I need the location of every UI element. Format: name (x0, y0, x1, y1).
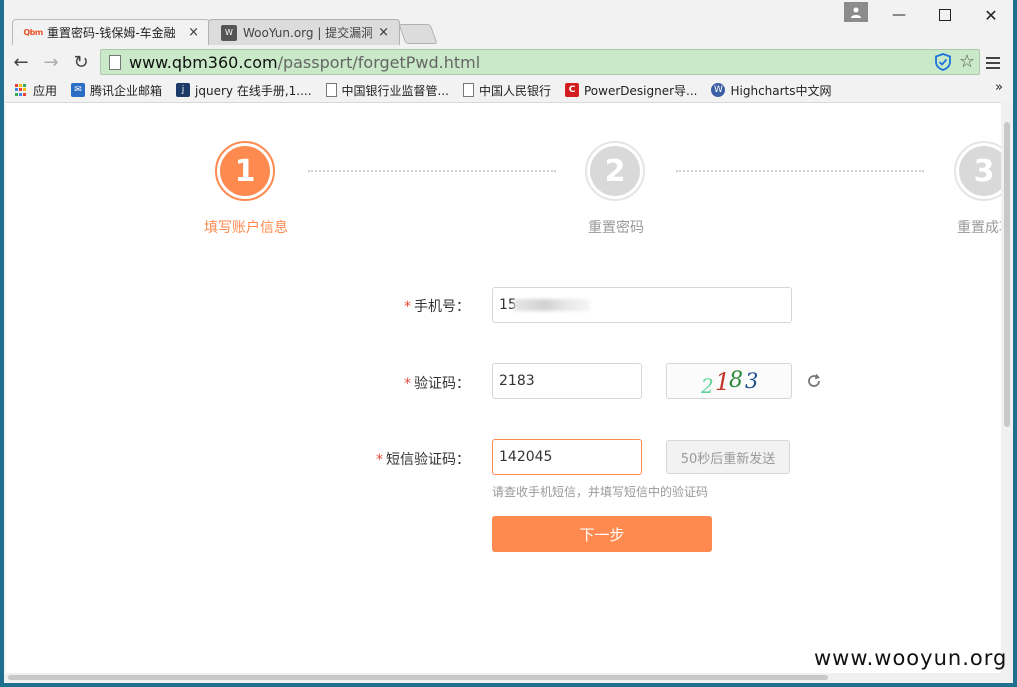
step-number: 3 (959, 146, 1001, 196)
captcha-char: 3 (745, 369, 759, 393)
bookmark-star-icon[interactable]: ☆ (959, 51, 975, 72)
bookmarks-bar: 应用 ✉ 腾讯企业邮箱 j jquery 在线手册,1.... 中国银行业监督管… (4, 78, 1013, 102)
apps-icon (14, 83, 28, 97)
resend-sms-button[interactable]: 50秒后重新发送 (666, 440, 790, 474)
refresh-captcha-icon[interactable] (806, 373, 822, 389)
bookmarks-more-icon[interactable]: » (995, 80, 1003, 95)
highcharts-icon: W (711, 83, 726, 97)
file-icon (462, 83, 474, 97)
tab-close-icon[interactable]: × (378, 25, 389, 40)
step-2-label: 重置密码 (588, 220, 644, 236)
step-connector (308, 170, 556, 172)
bookmark-jquery[interactable]: j jquery 在线手册,1.... (176, 82, 312, 99)
bookmark-powerdesigner[interactable]: C PowerDesigner导... (565, 82, 697, 99)
bookmark-tencent-mail[interactable]: ✉ 腾讯企业邮箱 (71, 82, 162, 99)
profile-icon[interactable] (844, 2, 868, 22)
required-mark: * (404, 376, 411, 392)
step-1-indicator: 1 (215, 141, 275, 201)
step-3-indicator: 3 (954, 141, 1001, 201)
page-icon (109, 54, 121, 70)
required-mark: * (404, 299, 411, 315)
shield-icon[interactable] (935, 53, 951, 71)
horizontal-scrollbar[interactable] (4, 673, 1013, 683)
jquery-icon: j (176, 83, 191, 97)
step-2-indicator: 2 (585, 141, 645, 201)
new-tab-button[interactable] (398, 24, 438, 44)
phone-label: * 手机号： (404, 299, 470, 315)
redacted-phone-digits (514, 299, 590, 311)
tab-forget-password[interactable]: Qbm 重置密码-钱保姆-车金融 × (12, 19, 210, 45)
powerdesigner-icon: C (565, 83, 579, 97)
browser-toolbar: ← → ↻ www.qbm360.com/passport/forgetPwd.… (4, 44, 1013, 78)
file-icon (325, 83, 337, 97)
vertical-scrollbar[interactable] (1001, 102, 1013, 673)
bookmark-label: Highcharts中文网 (730, 83, 832, 98)
bookmark-highcharts[interactable]: W Highcharts中文网 (711, 82, 832, 99)
required-mark: * (376, 452, 383, 468)
minimize-icon[interactable]: — (876, 0, 922, 30)
bookmark-label: 中国银行业监督管... (341, 83, 449, 98)
captcha-char: 8 (729, 368, 743, 393)
tab-close-icon[interactable]: × (188, 25, 199, 40)
sms-code-input[interactable] (492, 439, 642, 475)
captcha-label: * 验证码： (404, 376, 470, 392)
wooyun-favicon-icon: W (221, 24, 237, 41)
bookmark-apps[interactable]: 应用 (14, 82, 57, 99)
reload-icon[interactable]: ↻ (70, 51, 92, 73)
tab-strip: Qbm 重置密码-钱保姆-车金融 × W WooYun.org | 提交漏洞 ×… (4, 0, 1013, 45)
step-connector (676, 170, 924, 172)
tab-title: WooYun.org | 提交漏洞 (243, 26, 373, 40)
menu-icon[interactable] (986, 54, 1000, 72)
window-close-icon[interactable]: ✕ (968, 0, 1013, 30)
sms-hint: 请查收手机短信，并填写短信中的验证码 (492, 485, 709, 499)
forward-arrow-icon[interactable]: → (40, 51, 62, 73)
mail-icon: ✉ (71, 83, 86, 97)
browser-window: Qbm 重置密码-钱保姆-车金融 × W WooYun.org | 提交漏洞 ×… (4, 0, 1013, 683)
bookmark-cbrc[interactable]: 中国银行业监督管... (325, 82, 449, 99)
bookmark-label: PowerDesigner导... (584, 83, 698, 98)
step-number: 2 (590, 146, 640, 196)
bookmark-pbc[interactable]: 中国人民银行 (462, 82, 551, 99)
bookmark-label: 腾讯企业邮箱 (90, 83, 163, 98)
address-bar[interactable]: www.qbm360.com/passport/forgetPwd.html ☆ (100, 49, 980, 75)
watermark: www.wooyun.org (814, 646, 1008, 670)
step-1-label: 填写账户信息 (204, 220, 288, 236)
maximize-icon[interactable] (922, 0, 968, 30)
captcha-input[interactable] (492, 363, 642, 399)
tab-wooyun[interactable]: W WooYun.org | 提交漏洞 × (208, 19, 400, 45)
url-host: www.qbm360.com (129, 52, 278, 72)
bookmark-label: 应用 (33, 83, 58, 98)
qbm-favicon-icon: Qbm (23, 28, 43, 37)
back-arrow-icon[interactable]: ← (10, 51, 32, 73)
page-content: 1 2 3 填写账户信息 重置密码 重置成功 *手机号： *验证码： 2 1 8… (6, 102, 1001, 674)
step-3-label: 重置成功 (957, 220, 1001, 236)
bookmark-label: 中国人民银行 (478, 83, 551, 98)
captcha-char: 2 (701, 374, 714, 398)
captcha-char: 1 (715, 368, 731, 396)
sms-code-label: * 短信验证码： (376, 452, 470, 468)
tab-title: 重置密码-钱保姆-车金融 (47, 26, 176, 40)
bookmark-label: jquery 在线手册,1.... (195, 83, 312, 98)
step-number: 1 (220, 146, 270, 196)
url-path: /passport/forgetPwd.html (277, 52, 481, 72)
captcha-image[interactable]: 2 1 8 3 (666, 363, 792, 399)
next-step-button[interactable]: 下一步 (492, 516, 712, 552)
